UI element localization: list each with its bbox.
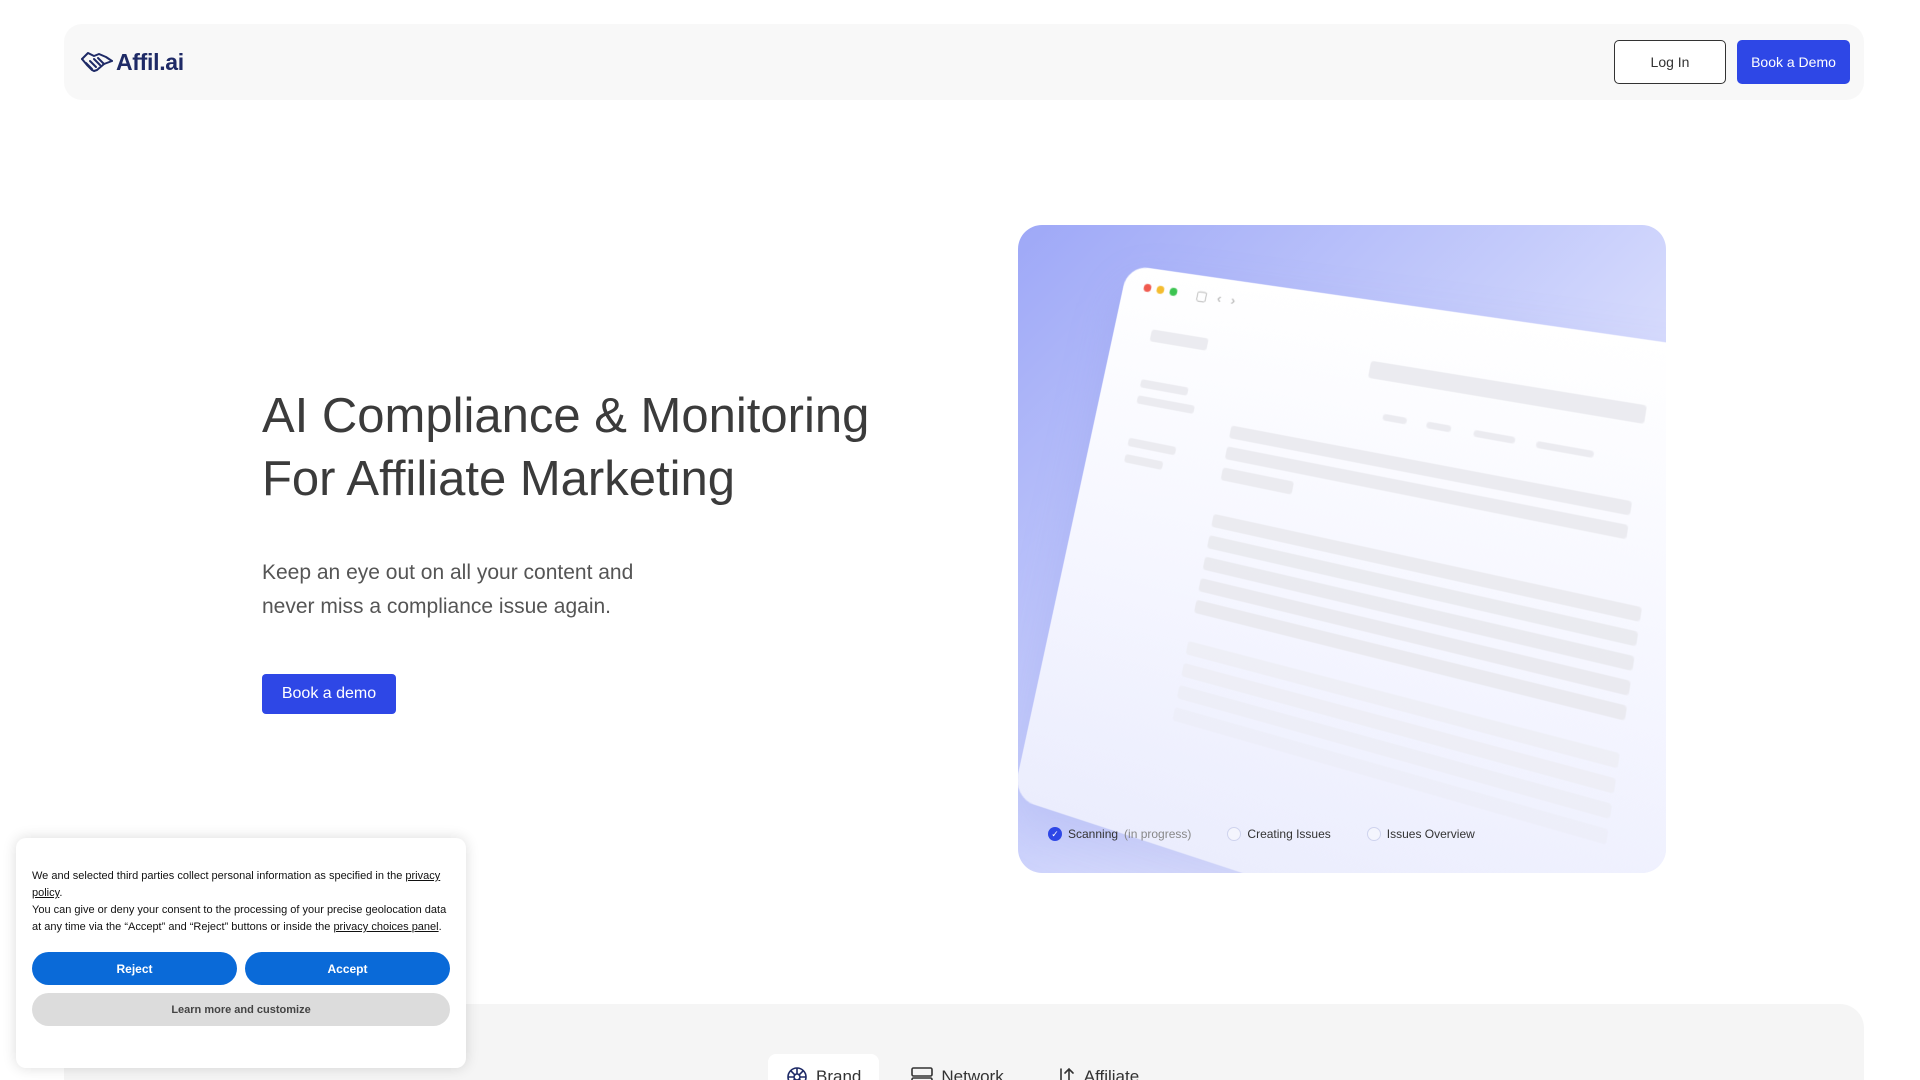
server-icon [911,1066,934,1080]
hero-title-line-2: For Affiliate Marketing [262,452,735,506]
window-dots [1143,283,1178,297]
checkmark-icon: ✓ [1048,827,1062,841]
logo-text: Affil.ai [116,48,184,75]
cookie-consent-banner: We and selected third parties collect pe… [16,838,466,1068]
step-note: (in progress) [1124,827,1192,841]
placeholder-bar [1136,395,1195,414]
header-actions: Log In Book a Demo [1614,40,1850,84]
empty-circle-icon [1227,827,1242,841]
hero-subtitle-line-2: never miss a compliance issue again. [262,595,612,618]
window-close-dot [1143,283,1153,293]
site-header: Affil.ai Log In Book a Demo [64,24,1864,100]
hero-subtitle-line-1: Keep an eye out on all your content and [262,561,634,584]
learn-more-button[interactable]: Learn more and customize [32,993,450,1026]
placeholder-bar [1149,329,1209,351]
globe-icon [786,1066,808,1080]
window-maximize-dot [1168,287,1178,297]
step-issues-overview: Issues Overview [1366,827,1475,841]
step-label: Creating Issues [1247,827,1331,841]
hero-title: AI Compliance & Monitoring For Affiliate… [262,385,982,511]
logo[interactable]: Affil.ai [80,49,184,76]
cookie-text-part: . [438,921,442,933]
placeholder-bar [1127,437,1177,456]
step-creating-issues: Creating Issues [1227,827,1331,841]
tab-affiliate[interactable]: Affiliate [1036,1054,1157,1080]
accept-button[interactable]: Accept [245,952,450,985]
tab-label: Network [941,1067,1004,1080]
empty-circle-icon [1366,827,1381,841]
tab-network[interactable]: Network [893,1054,1021,1080]
cookie-buttons: Reject Accept [32,952,450,985]
book-demo-hero-button[interactable]: Book a demo [262,674,396,714]
cookie-notice-text: We and selected third parties collect pe… [32,868,450,936]
tab-label: Brand [816,1067,862,1080]
window-minimize-dot [1155,285,1165,295]
placeholder-bar [1139,379,1189,396]
tab-brand[interactable]: Brand [768,1054,880,1080]
handshake-icon [80,49,114,75]
placeholder-bar [1220,467,1295,495]
step-scanning: ✓ Scanning (in progress) [1048,827,1191,841]
placeholder-bar [1367,360,1647,424]
step-label: Scanning [1068,827,1119,841]
placeholder-bar [1473,429,1516,444]
hero-illustration-card: ▢‹› ✓ Scanning (in progress) Creating Is… [1018,225,1666,873]
placeholder-bar [1535,440,1595,459]
step-label: Issues Overview [1386,827,1475,841]
reject-button[interactable]: Reject [32,952,237,985]
progress-steps: ✓ Scanning (in progress) Creating Issues… [1048,827,1475,841]
placeholder-bar [1123,453,1164,470]
placeholder-bar [1425,421,1452,433]
cookie-text-part: . [59,887,63,899]
placeholder-bar [1382,413,1408,425]
audience-tabs: Brand Network Affiliate [768,1054,1157,1080]
book-demo-header-button[interactable]: Book a Demo [1737,40,1850,84]
hero-title-line-1: AI Compliance & Monitoring [262,389,870,443]
hero-subtitle: Keep an eye out on all your content and … [262,556,722,624]
sort-arrows-icon [1054,1066,1076,1080]
window-nav-icons: ▢‹› [1194,287,1247,310]
mock-app-window: ▢‹› [1018,265,1666,873]
cookie-text-part: We and selected third parties collect pe… [32,870,406,882]
login-button[interactable]: Log In [1614,40,1726,84]
privacy-choices-link[interactable]: privacy choices panel [333,921,438,933]
tab-label: Affiliate [1083,1067,1140,1080]
